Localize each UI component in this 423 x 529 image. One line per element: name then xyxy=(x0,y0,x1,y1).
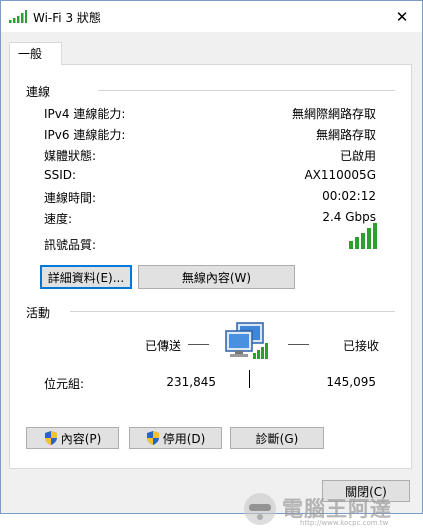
watermark: 電腦王阿達 http://www.kocpc.com.tw xyxy=(240,489,410,529)
activity-vertical-divider xyxy=(249,370,250,388)
duration-label: 連線時間: xyxy=(44,191,97,205)
details-button[interactable]: 詳細資料(E)... xyxy=(40,265,132,289)
watermark-url: http://www.kocpc.com.tw xyxy=(300,519,389,527)
speed-label: 速度: xyxy=(44,212,73,226)
ssid-value: AX110005G xyxy=(304,168,376,182)
duration-value: 00:02:12 xyxy=(322,189,376,203)
details-button-label: 詳細資料(E)... xyxy=(47,270,125,285)
signal-quality-label: 訊號品質: xyxy=(44,238,97,252)
uac-shield-icon xyxy=(44,431,57,445)
connection-divider xyxy=(98,90,395,91)
uac-shield-icon xyxy=(146,431,159,445)
diagnose-button-label: 診斷(G) xyxy=(255,431,299,446)
ipv4-value: 無網際網路存取 xyxy=(291,107,376,121)
wifi-status-window: Wi-Fi 3 狀態 ✕ 一般 連線 IPv4 連線能力: 無網際網路存取 IP… xyxy=(0,0,423,527)
tab-general[interactable]: 一般 xyxy=(9,42,62,65)
properties-button[interactable]: 內容(P) xyxy=(26,427,119,449)
ipv4-label: IPv4 連線能力: xyxy=(44,107,126,121)
sent-label: 已傳送 xyxy=(145,339,182,353)
close-icon: ✕ xyxy=(395,7,409,26)
dialog-body: 一般 連線 IPv4 連線能力: 無網際網路存取 IPv6 連線能力: 無網路存… xyxy=(1,32,422,527)
media-state-value: 已啟用 xyxy=(339,149,376,163)
tab-general-label: 一般 xyxy=(18,47,43,61)
wireless-properties-button[interactable]: 無線內容(W) xyxy=(138,265,295,289)
network-computers-icon xyxy=(225,322,268,359)
bytes-label: 位元組: xyxy=(44,377,85,391)
general-panel: 連線 IPv4 連線能力: 無網際網路存取 IPv6 連線能力: 無網路存取 媒… xyxy=(9,64,412,469)
properties-button-label: 內容(P) xyxy=(60,431,102,446)
signal-quality-bars-icon xyxy=(349,223,377,249)
connection-header: 連線 xyxy=(26,85,51,99)
ipv6-value: 無網路存取 xyxy=(315,128,376,142)
disable-button-label: 停用(D) xyxy=(162,431,206,446)
ssid-label: SSID: xyxy=(44,168,77,182)
bytes-received-value: 145,095 xyxy=(326,375,376,389)
mascot-logo-icon xyxy=(244,493,276,525)
disable-button[interactable]: 停用(D) xyxy=(129,427,222,449)
close-window-button[interactable]: ✕ xyxy=(382,1,422,32)
wifi-signal-icon xyxy=(9,10,27,23)
ipv6-label: IPv6 連線能力: xyxy=(44,128,126,142)
wireless-properties-label: 無線內容(W) xyxy=(181,270,252,285)
activity-header: 活動 xyxy=(26,306,51,320)
received-dash xyxy=(288,344,309,345)
diagnose-button[interactable]: 診斷(G) xyxy=(230,427,324,449)
sent-dash xyxy=(188,344,209,345)
media-state-label: 媒體狀態: xyxy=(44,149,97,163)
title-bar[interactable]: Wi-Fi 3 狀態 ✕ xyxy=(1,1,422,32)
speed-value: 2.4 Gbps xyxy=(322,210,376,224)
activity-divider xyxy=(70,311,395,312)
window-title: Wi-Fi 3 狀態 xyxy=(33,11,101,25)
bytes-sent-value: 231,845 xyxy=(166,375,216,389)
received-label: 已接收 xyxy=(343,339,380,353)
